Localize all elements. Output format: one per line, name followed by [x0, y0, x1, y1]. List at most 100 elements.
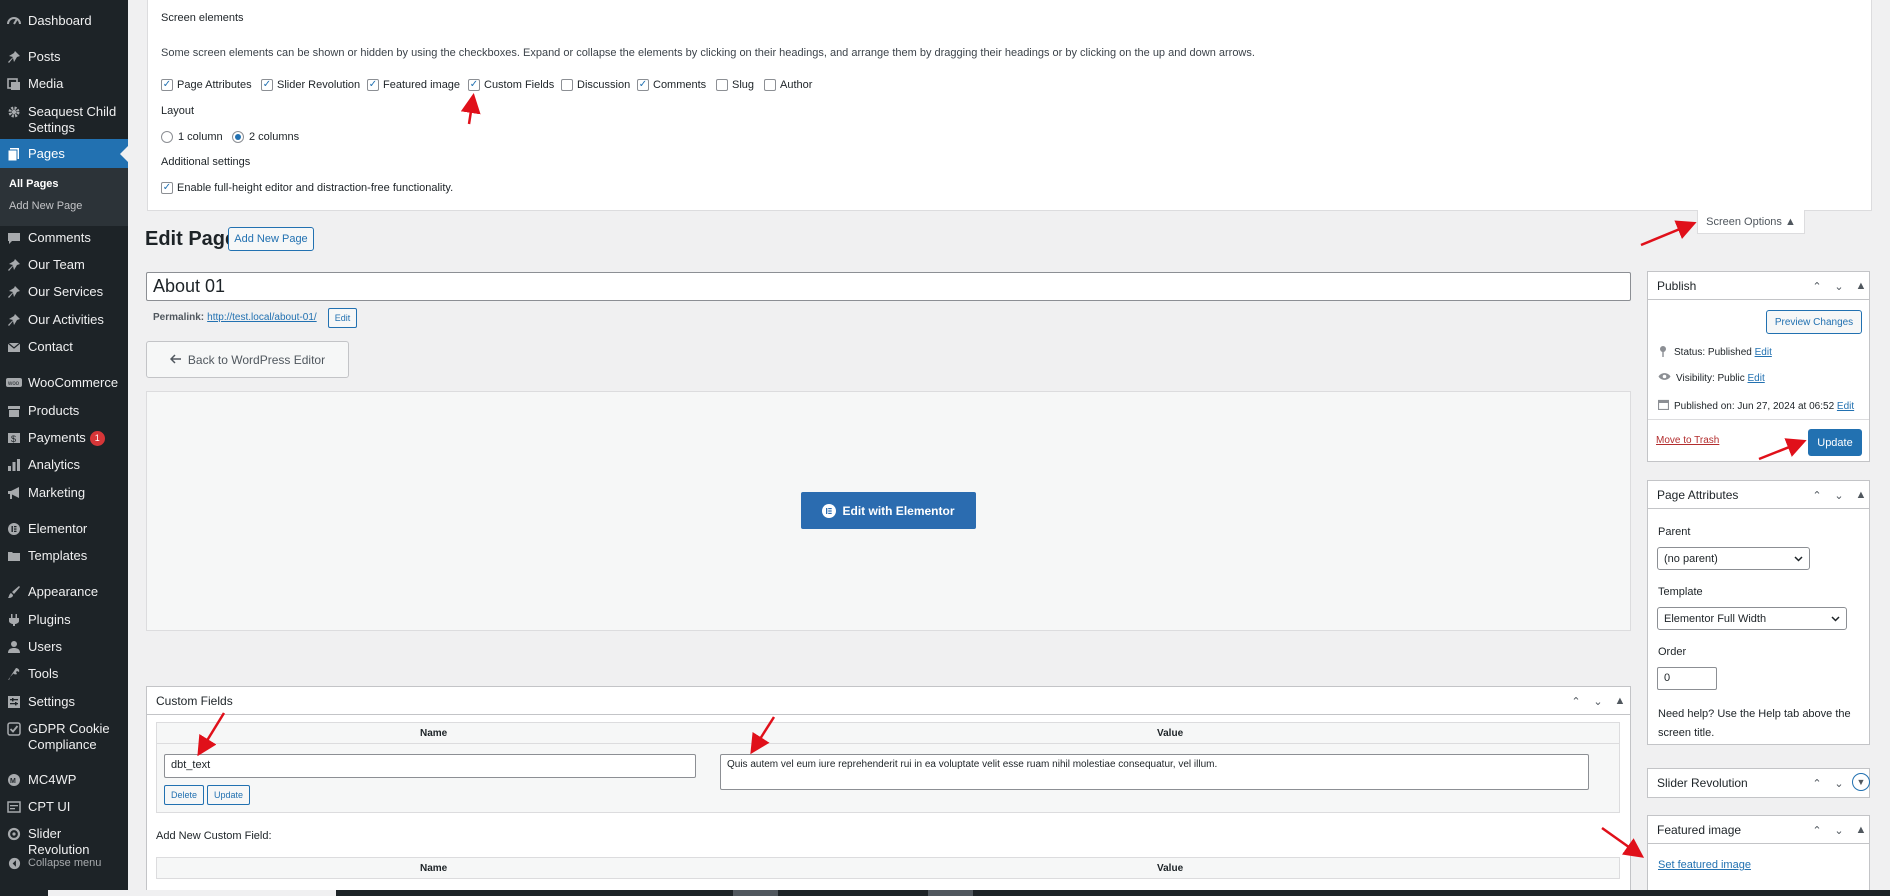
plug-icon: [6, 612, 22, 628]
metabox-controls: ⌃ ⌄ ▲: [1567, 691, 1629, 711]
menu-slider-revolution[interactable]: Slider Revolution: [0, 826, 128, 858]
delete-custom-field-button[interactable]: Delete: [164, 785, 204, 805]
checkbox-custom-fields[interactable]: ✓ Custom Fields: [468, 79, 554, 91]
menu-pages[interactable]: Pages: [0, 139, 128, 169]
submenu-all-pages[interactable]: All Pages: [9, 178, 59, 190]
checkbox-page-attributes[interactable]: ✓ Page Attributes: [161, 79, 252, 91]
move-down-icon[interactable]: ⌄: [1830, 276, 1848, 296]
custom-field-name-input[interactable]: dbt_text: [164, 754, 696, 778]
radio-circle[interactable]: [232, 131, 244, 143]
slider-revolution-header[interactable]: Slider Revolution ⌃ ⌄ ▼: [1648, 769, 1870, 797]
collapse-menu-button[interactable]: Collapse menu: [0, 855, 128, 871]
menu-media[interactable]: Media: [0, 76, 128, 92]
radio-1-column[interactable]: 1 column: [161, 131, 223, 143]
radio-circle[interactable]: [161, 131, 173, 143]
edit-with-elementor-button[interactable]: Edit with Elementor: [801, 492, 976, 529]
checkbox-comments[interactable]: ✓ Comments: [637, 79, 706, 91]
checkbox-slug[interactable]: Slug: [716, 79, 754, 91]
toggle-panel-icon[interactable]: ▼: [1852, 773, 1870, 791]
screen-options-toggle[interactable]: Screen Options ▲: [1697, 210, 1805, 234]
permalink-edit-button[interactable]: Edit: [328, 308, 357, 328]
menu-users[interactable]: Users: [0, 639, 128, 655]
edit-date-link[interactable]: Edit: [1837, 401, 1854, 412]
calendar-icon: [1657, 399, 1674, 413]
move-up-icon[interactable]: ⌃: [1808, 820, 1826, 840]
edit-status-link[interactable]: Edit: [1755, 347, 1772, 358]
checkbox-box[interactable]: ✓: [367, 79, 379, 91]
menu-posts[interactable]: Posts: [0, 49, 128, 65]
move-to-trash-link[interactable]: Move to Trash: [1656, 435, 1719, 446]
custom-field-value-textarea[interactable]: Quis autem vel eum iure reprehenderit ru…: [720, 754, 1589, 790]
edit-visibility-link[interactable]: Edit: [1748, 373, 1765, 384]
menu-seaquest-settings[interactable]: Seaquest Child Settings: [0, 104, 128, 136]
move-up-icon[interactable]: ⌃: [1808, 773, 1826, 793]
update-custom-field-button[interactable]: Update: [207, 785, 250, 805]
visibility-text: Visibility: Public: [1676, 372, 1745, 384]
menu-our-team[interactable]: Our Team: [0, 257, 128, 273]
menu-templates[interactable]: Templates: [0, 548, 128, 564]
page-attributes-header[interactable]: Page Attributes ⌃ ⌄ ▲: [1648, 481, 1869, 509]
menu-tools[interactable]: Tools: [0, 666, 128, 682]
menu-our-activities[interactable]: Our Activities: [0, 312, 128, 328]
menu-gdpr[interactable]: GDPR Cookie Compliance: [0, 721, 128, 753]
add-new-page-button[interactable]: Add New Page: [228, 227, 314, 251]
menu-contact[interactable]: Contact: [0, 339, 128, 355]
move-down-icon[interactable]: ⌄: [1830, 820, 1848, 840]
elementor-button-label: Edit with Elementor: [842, 503, 955, 518]
publish-header[interactable]: Publish ⌃ ⌄ ▲: [1648, 272, 1869, 300]
checkbox-box[interactable]: [764, 79, 776, 91]
move-down-icon[interactable]: ⌄: [1830, 773, 1848, 793]
checkbox-box[interactable]: ✓: [468, 79, 480, 91]
toggle-panel-icon[interactable]: ▲: [1852, 820, 1870, 840]
template-select[interactable]: Elementor Full Width: [1657, 607, 1847, 630]
toggle-panel-icon[interactable]: ▲: [1852, 485, 1870, 505]
update-button[interactable]: Update: [1808, 429, 1862, 456]
checkbox-box[interactable]: ✓: [161, 79, 173, 91]
custom-fields-header[interactable]: Custom Fields ⌃ ⌄ ▲: [147, 687, 1630, 715]
toggle-panel-icon[interactable]: ▲: [1852, 276, 1870, 296]
checkbox-box[interactable]: [561, 79, 573, 91]
menu-settings[interactable]: Settings: [0, 694, 128, 710]
menu-products[interactable]: Products: [0, 403, 128, 419]
move-up-icon[interactable]: ⌃: [1808, 485, 1826, 505]
menu-comments[interactable]: Comments: [0, 230, 128, 246]
checkbox-discussion[interactable]: Discussion: [561, 79, 630, 91]
menu-elementor[interactable]: Elementor: [0, 521, 128, 537]
permalink-url[interactable]: http://test.local/about-01/: [207, 312, 317, 323]
toggle-panel-icon[interactable]: ▲: [1611, 691, 1629, 711]
move-up-icon[interactable]: ⌃: [1808, 276, 1826, 296]
move-down-icon[interactable]: ⌄: [1830, 485, 1848, 505]
menu-payments[interactable]: $ Payments 1: [0, 430, 128, 446]
checkbox-box[interactable]: ✓: [637, 79, 649, 91]
menu-analytics[interactable]: Analytics: [0, 457, 128, 473]
set-featured-image-link[interactable]: Set featured image: [1658, 859, 1751, 871]
menu-plugins[interactable]: Plugins: [0, 612, 128, 628]
menu-appearance[interactable]: Appearance: [0, 584, 128, 600]
checkbox-slider-revolution[interactable]: ✓ Slider Revolution: [261, 79, 360, 91]
checkbox-box[interactable]: ✓: [261, 79, 273, 91]
move-down-icon[interactable]: ⌄: [1589, 691, 1607, 711]
menu-dashboard[interactable]: Dashboard: [0, 13, 128, 29]
checkbox-full-height-editor[interactable]: ✓ Enable full-height editor and distracti…: [161, 182, 453, 194]
preview-changes-button[interactable]: Preview Changes: [1766, 310, 1862, 334]
back-to-wordpress-editor-button[interactable]: Back to WordPress Editor: [146, 341, 349, 378]
additional-settings-heading: Additional settings: [161, 156, 251, 168]
add-new-custom-field-label: Add New Custom Field:: [156, 830, 272, 842]
checkbox-featured-image[interactable]: ✓ Featured image: [367, 79, 460, 91]
menu-marketing[interactable]: Marketing: [0, 485, 128, 501]
submenu-add-new-page[interactable]: Add New Page: [9, 200, 82, 212]
menu-mc4wp[interactable]: M MC4WP: [0, 772, 128, 788]
move-up-icon[interactable]: ⌃: [1567, 691, 1585, 711]
checkbox-box[interactable]: ✓: [161, 182, 173, 194]
radio-2-columns[interactable]: 2 columns: [232, 131, 299, 143]
parent-select[interactable]: (no parent): [1657, 547, 1810, 570]
post-title-input[interactable]: About 01: [146, 272, 1631, 301]
chevron-down-icon: [1831, 613, 1840, 625]
checkbox-box[interactable]: [716, 79, 728, 91]
menu-our-services[interactable]: Our Services: [0, 284, 128, 300]
menu-woocommerce[interactable]: woo WooCommerce: [0, 375, 128, 391]
menu-cpt-ui[interactable]: CPT UI: [0, 799, 128, 815]
featured-image-header[interactable]: Featured image ⌃ ⌄ ▲: [1648, 816, 1869, 844]
order-input[interactable]: 0: [1657, 667, 1717, 690]
checkbox-author[interactable]: Author: [764, 79, 812, 91]
